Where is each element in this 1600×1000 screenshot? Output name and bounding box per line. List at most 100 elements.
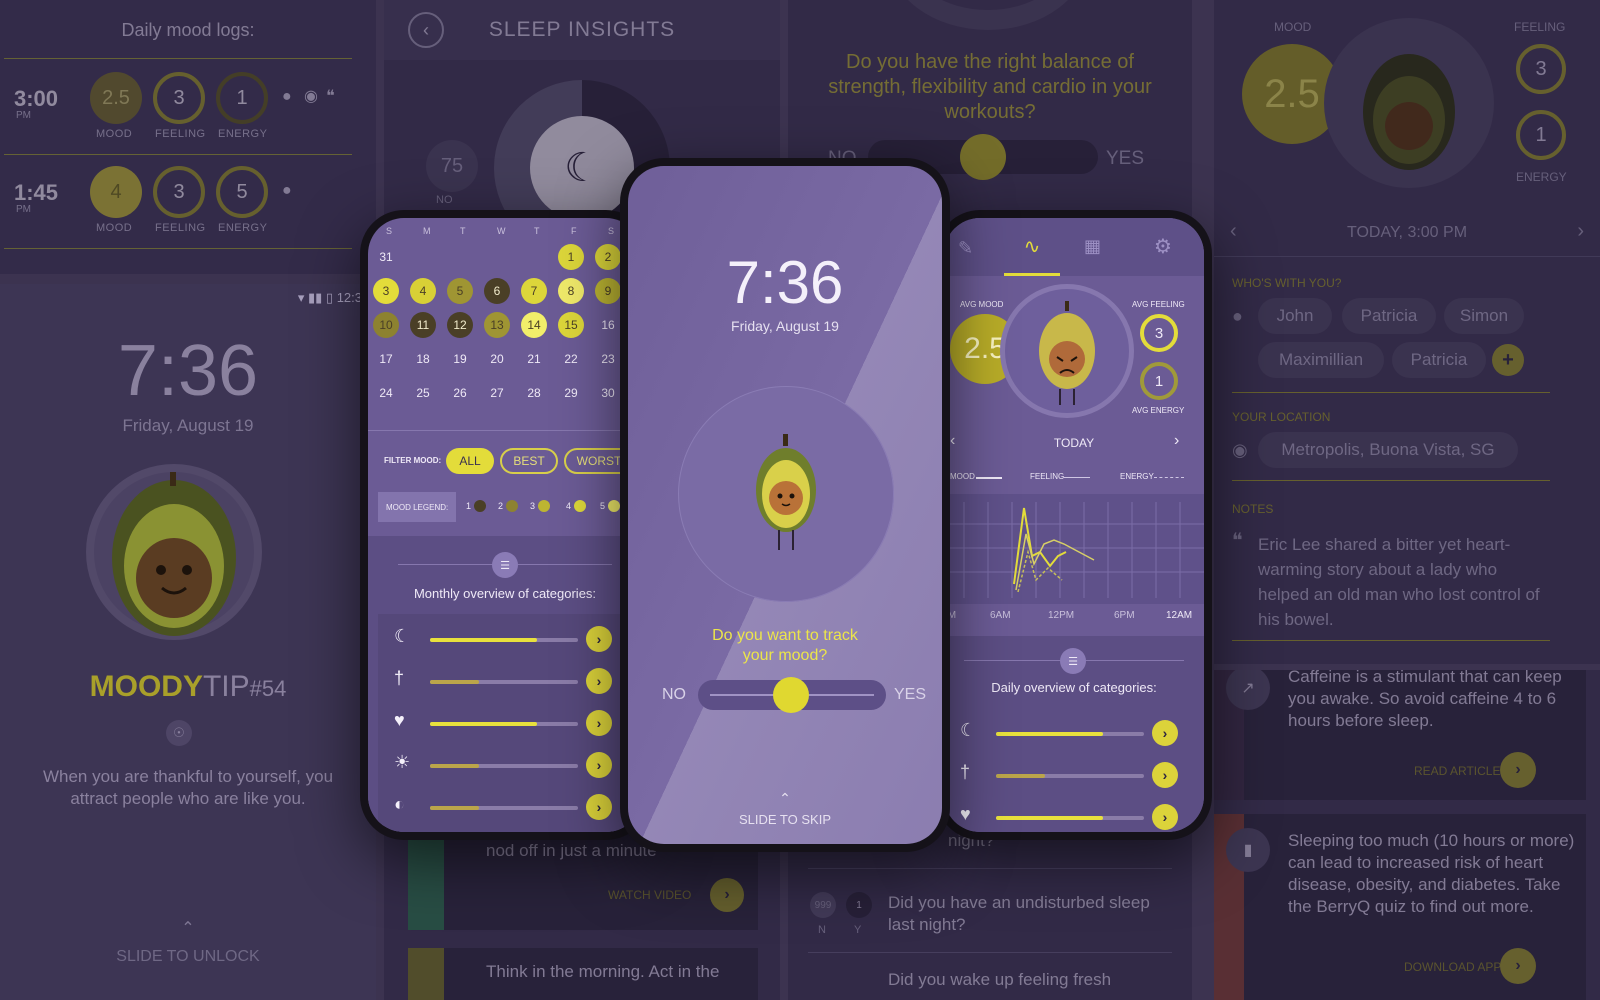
category-bar <box>430 764 578 768</box>
log-row[interactable]: 1:45 PM 4 3 5 MOOD FEELING ENERGY ● <box>0 162 376 240</box>
calendar-grid: S M T W T F S 31 1 2 3 4 5 6 7 8 9 10 11 12 13 14 15 16 1… <box>368 218 642 430</box>
mood-legend: MOOD LEGEND: 1 2 3 4 5 <box>378 492 642 522</box>
calendar-day[interactable]: 12 <box>447 312 473 338</box>
calendar-day[interactable]: 18 <box>410 346 436 372</box>
calendar-day[interactable]: 7 <box>521 278 547 304</box>
calendar-day[interactable]: 14 <box>521 312 547 338</box>
calendar-day[interactable]: 15 <box>558 312 584 338</box>
avg-energy-value: 1 <box>1140 362 1178 400</box>
category-open-button[interactable]: › <box>1152 720 1178 746</box>
play-button[interactable]: › <box>710 878 744 912</box>
avocado-mascot-sad <box>1324 18 1494 188</box>
calendar-day[interactable]: 28 <box>521 380 547 406</box>
category-bar-fill <box>996 774 1045 778</box>
calendar-day[interactable]: 19 <box>447 346 473 372</box>
bg-articles-screen: ↗ Caffeine is a stimulant that can keep … <box>1214 670 1600 1000</box>
calendar-day[interactable]: 10 <box>373 312 399 338</box>
feeling-ring: 3 <box>153 166 205 218</box>
filter-best[interactable]: BEST <box>500 448 558 474</box>
person-chip[interactable]: John <box>1258 298 1332 334</box>
calendar-day[interactable]: 24 <box>373 380 399 406</box>
read-article-button[interactable]: › <box>1500 752 1536 788</box>
calendar-day[interactable]: 25 <box>410 380 436 406</box>
filter-all[interactable]: ALL <box>446 448 494 474</box>
category-open-button[interactable]: › <box>586 626 612 652</box>
log-row[interactable]: 3:00 PM 2.5 3 1 MOOD FEELING ENERGY ● ◉ … <box>0 68 376 146</box>
detail-date: TODAY, 3:00 PM <box>1346 224 1468 241</box>
daily-overview-title: Daily overview of categories: <box>991 680 1157 695</box>
category-bar-fill <box>996 732 1103 736</box>
calendar-day[interactable]: 20 <box>484 346 510 372</box>
calendar-day[interactable]: 21 <box>521 346 547 372</box>
tab-settings[interactable]: ⚙ <box>1154 234 1172 259</box>
watch-video-label: WATCH VIDEO <box>608 888 692 902</box>
slider-thumb[interactable] <box>960 134 1006 180</box>
person-chip[interactable]: Patricia <box>1342 298 1436 334</box>
next-day-button[interactable]: › <box>1577 220 1584 243</box>
calendar-day[interactable]: 6 <box>484 278 510 304</box>
calendar-day[interactable]: 27 <box>484 380 510 406</box>
phone-onboarding: 7:36 Friday, August 19 Do you want to tr… <box>620 158 950 852</box>
calendar-day[interactable]: 16 <box>595 312 621 338</box>
calendar-day[interactable]: 11 <box>410 312 436 338</box>
add-person-button[interactable]: + <box>1492 344 1524 376</box>
tab-edit[interactable]: ✎ <box>958 238 973 259</box>
category-open-button[interactable]: › <box>1152 762 1178 788</box>
slider-yes-label: YES <box>894 686 927 703</box>
calendar-day[interactable]: 2 <box>595 244 621 270</box>
tab-chart[interactable]: ∿ <box>1004 234 1060 276</box>
daily-line-chart <box>944 494 1204 604</box>
calendar-day[interactable]: 3 <box>373 278 399 304</box>
calendar-day[interactable]: 30 <box>595 380 621 406</box>
phone-calendar: S M T W T F S 31 1 2 3 4 5 6 7 8 9 10 11 12 13 14 15 16 1… <box>360 210 650 840</box>
calendar-day[interactable]: 13 <box>484 312 510 338</box>
slide-to-skip[interactable]: SLIDE TO SKIP <box>628 812 942 827</box>
category-bar <box>996 732 1144 736</box>
mood-ring: 4 <box>90 166 142 218</box>
calendar-day[interactable]: 5 <box>447 278 473 304</box>
idea-card[interactable]: Think in the morning. Act in the <box>408 948 758 1000</box>
download-app-button[interactable]: › <box>1500 948 1536 984</box>
category-open-button[interactable]: › <box>586 710 612 736</box>
lock-time: 7:36 <box>117 331 259 411</box>
energy-ring: 1 <box>216 72 268 124</box>
calendar-day[interactable]: 8 <box>558 278 584 304</box>
food-icon: † <box>394 668 405 688</box>
category-bar <box>996 816 1144 820</box>
calendar-day[interactable]: 4 <box>410 278 436 304</box>
calendar-day[interactable]: 31 <box>373 244 399 270</box>
person-chip[interactable]: Maximillian <box>1258 342 1384 378</box>
slider-thumb[interactable] <box>773 677 809 713</box>
person-chip[interactable]: Simon <box>1444 298 1524 334</box>
calendar-day[interactable]: 26 <box>447 380 473 406</box>
person-icon: ● <box>282 182 292 199</box>
calendar-day[interactable]: 29 <box>558 380 584 406</box>
slide-to-unlock[interactable]: SLIDE TO UNLOCK <box>0 948 376 966</box>
header-bar: ‹ SLEEP INSIGHTS <box>384 0 780 60</box>
list-icon: ☰ <box>1060 648 1086 674</box>
calendar-day[interactable]: 9 <box>595 278 621 304</box>
tab-calendar[interactable]: ▦ <box>1084 236 1101 257</box>
track-slider[interactable] <box>698 677 886 713</box>
calendar-day[interactable]: 17 <box>373 346 399 372</box>
category-open-button[interactable]: › <box>586 668 612 694</box>
calendar-day[interactable]: 23 <box>595 346 621 372</box>
person-icon: ● <box>282 88 292 105</box>
calendar-day[interactable]: 22 <box>558 346 584 372</box>
article-card[interactable]: ▮ Sleeping too much (10 hours or more) c… <box>1214 814 1586 1000</box>
quote-icon: ❝ <box>1232 530 1243 552</box>
log-time: 1:45 <box>14 180 59 205</box>
notes-text[interactable]: Eric Lee shared a bitter yet heart-warmi… <box>1258 532 1548 632</box>
location-field[interactable]: Metropolis, Buona Vista, SG <box>1258 432 1518 468</box>
avocado-mascot <box>86 464 262 640</box>
person-chip[interactable]: Patricia <box>1392 342 1486 378</box>
category-open-button[interactable]: › <box>586 794 612 820</box>
category-open-button[interactable]: › <box>1152 804 1178 830</box>
category-open-button[interactable]: › <box>586 752 612 778</box>
category-bar-fill <box>430 806 479 810</box>
next-day-button[interactable]: › <box>1174 432 1179 450</box>
category-bar-fill <box>996 816 1103 820</box>
article-card[interactable]: ↗ Caffeine is a stimulant that can keep … <box>1214 670 1586 800</box>
quiz-question-4: Did you wake up feeling fresh <box>888 970 1112 989</box>
calendar-day[interactable]: 1 <box>558 244 584 270</box>
